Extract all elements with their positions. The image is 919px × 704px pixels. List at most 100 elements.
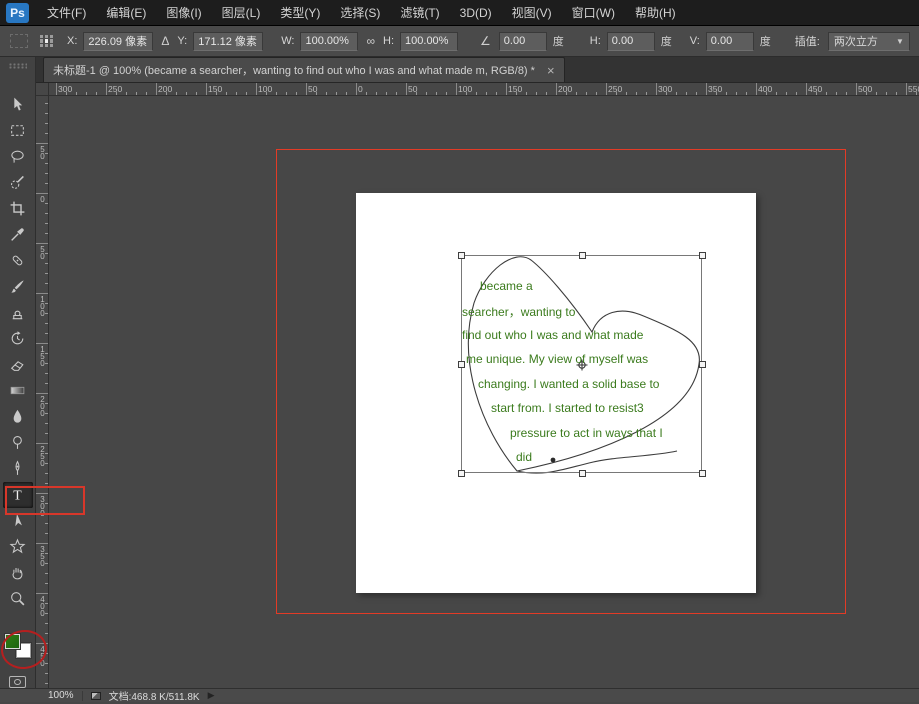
menu-view[interactable]: 视图(V) [502,0,562,26]
ps-logo: Ps [6,3,29,23]
healing-brush-tool[interactable] [3,248,33,274]
ruler-tick [866,92,867,95]
menu-filter[interactable]: 滤镜(T) [390,0,449,26]
ruler-tick [266,92,267,95]
menu-3d[interactable]: 3D(D) [450,0,502,26]
pen-tool[interactable] [3,456,33,482]
ruler-tick [886,92,887,95]
menu-type[interactable]: 类型(Y) [270,0,330,26]
menu-window[interactable]: 窗口(W) [562,0,625,26]
quick-selection-tool[interactable] [3,170,33,196]
blur-tool[interactable] [3,404,33,430]
pen-icon [9,460,26,477]
ruler-tick [36,643,48,644]
quick-mask-button[interactable] [9,676,26,688]
transform-handle[interactable] [699,470,706,477]
ruler-tick [356,83,357,95]
link-dimensions-icon[interactable]: ∞ [364,34,377,48]
menu-edit[interactable]: 编辑(E) [96,0,156,26]
relative-position-button[interactable]: Δ [159,34,171,48]
ruler-tick [406,83,407,95]
path-selection-tool[interactable] [3,508,33,534]
ruler-tick [786,92,787,95]
ruler-tick [106,83,107,95]
zoom-level-field[interactable]: 100% [48,690,74,701]
ruler-tick [36,443,48,444]
clone-stamp-tool[interactable] [3,300,33,326]
ruler-tick [45,523,48,524]
transform-handle[interactable] [699,361,706,368]
ruler-tick [45,633,48,634]
hand-tool[interactable] [3,560,33,586]
canvas-viewport[interactable]: became asearcher，wanting tofind out who … [49,96,919,688]
ruler-tick [896,92,897,95]
transform-handle[interactable] [458,470,465,477]
skew-v-unit: 度 [760,33,771,49]
shape-icon [9,538,26,555]
eraser-tool[interactable] [3,352,33,378]
x-input[interactable] [83,32,153,51]
ruler-tick [826,92,827,95]
toolbar-grip[interactable] [9,63,27,69]
custom-shape-tool[interactable] [3,534,33,560]
height-input[interactable] [400,32,458,51]
status-expand-arrow[interactable]: ▶ [208,690,215,701]
rotate-angle-icon: ∠ [478,34,493,48]
ruler-tick [45,363,48,364]
canvas-text-line: start from. I started to resist3 [491,401,644,415]
ruler-tick [45,613,48,614]
ruler-tick [526,92,527,95]
canvas-text-line: pressure to act in ways that I [510,426,663,440]
transform-handle[interactable] [458,252,465,259]
ruler-tick [906,83,907,95]
ruler-tick [76,92,77,95]
close-icon[interactable]: × [547,64,555,77]
ruler-tick [236,92,237,95]
type-tool[interactable]: T [3,482,33,508]
width-input[interactable] [300,32,358,51]
transform-handle[interactable] [458,361,465,368]
w-label: W: [281,35,294,47]
transform-handle[interactable] [579,470,586,477]
menu-help[interactable]: 帮助(H) [625,0,686,26]
ruler-tick [256,83,257,95]
ruler-tick [276,92,277,95]
ruler-tick [45,463,48,464]
eyedropper-tool[interactable] [3,222,33,248]
document-thumbnail-icon [91,692,101,700]
menu-layer[interactable]: 图层(L) [212,0,271,26]
foreground-color-swatch[interactable] [5,634,20,649]
transform-handle[interactable] [699,252,706,259]
menu-file[interactable]: 文件(F) [37,0,96,26]
lasso-tool[interactable] [3,144,33,170]
ruler-tick [45,663,48,664]
ruler-tick [366,92,367,95]
ruler-tick [156,83,157,95]
transform-handle[interactable] [579,252,586,259]
document-tab[interactable]: 未标题-1 @ 100% (became a searcher，wanting … [43,57,565,82]
crop-tool[interactable] [3,196,33,222]
color-swatches[interactable] [5,634,31,658]
history-brush-tool[interactable] [3,326,33,352]
ruler-tick [166,92,167,95]
move-tool[interactable] [3,92,33,118]
y-input[interactable] [193,32,263,51]
zoom-tool[interactable] [3,586,33,612]
interpolation-select[interactable]: 两次立方 ▼ [828,32,910,51]
menu-select[interactable]: 选择(S) [330,0,390,26]
svg-text:T: T [13,487,22,502]
rotation-input[interactable] [499,32,547,51]
reference-point-locator[interactable] [40,35,53,48]
divider [82,691,83,701]
dodge-tool[interactable] [3,430,33,456]
menu-image[interactable]: 图像(I) [156,0,211,26]
canvas-text-line: became a [480,279,533,293]
ruler-tick [716,92,717,95]
skew-h-input[interactable] [607,32,655,51]
ruler-label: 0 [38,195,47,202]
skew-v-input[interactable] [706,32,754,51]
brush-tool[interactable] [3,274,33,300]
marquee-tool[interactable] [3,118,33,144]
gradient-tool[interactable] [3,378,33,404]
ruler-tick [36,593,48,594]
